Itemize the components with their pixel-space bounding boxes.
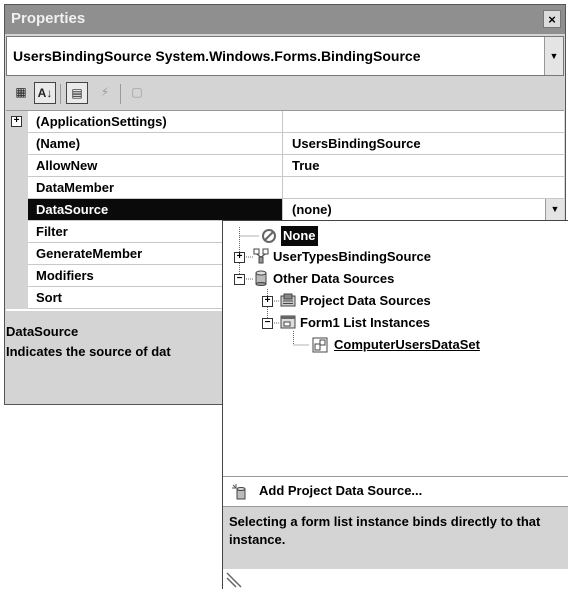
binding-source-icon	[253, 248, 269, 264]
property-name: DataSource	[28, 199, 283, 220]
project-data-sources-icon	[280, 293, 296, 307]
dataset-icon	[312, 337, 328, 353]
tree-node-project-data-sources[interactable]: Project Data Sources	[300, 291, 431, 311]
property-name: AllowNew	[28, 155, 283, 176]
dropdown-help-pane: Selecting a form list instance binds dir…	[223, 506, 568, 569]
expand-icon[interactable]: +	[262, 296, 273, 307]
grid-row-applicationsettings[interactable]: + (ApplicationSettings)	[6, 111, 564, 133]
grid-row-name[interactable]: (Name) UsersBindingSource	[6, 133, 564, 155]
database-icon	[255, 270, 267, 286]
add-project-data-source-link[interactable]: Add Project Data Source...	[259, 483, 422, 498]
toolbar-separator	[60, 84, 61, 104]
collapse-icon[interactable]: −	[262, 318, 273, 329]
tree-node-computerusersdataset[interactable]: ComputerUsersDataSet	[334, 335, 480, 355]
description-title: DataSource	[6, 324, 79, 339]
property-pages-icon[interactable]: ▢	[126, 82, 148, 104]
expand-icon[interactable]: +	[234, 252, 245, 263]
tree-node-other-data-sources[interactable]: Other Data Sources	[273, 269, 394, 289]
chevron-down-icon[interactable]: ▼	[544, 37, 563, 75]
title-bar: Properties ×	[5, 5, 565, 34]
property-value[interactable]	[284, 177, 564, 198]
object-selector-label: UsersBindingSource System.Windows.Forms.…	[13, 48, 421, 64]
property-name: (Name)	[28, 133, 283, 154]
tree-node-form1-list-instances[interactable]: Form1 List Instances	[300, 313, 430, 333]
grid-row-datamember[interactable]: DataMember	[6, 177, 564, 199]
events-lightning-icon[interactable]: ⚡	[94, 82, 116, 104]
toolbar: ▦ A↓ ▤ ⚡ ▢	[6, 78, 564, 110]
property-name: (ApplicationSettings)	[28, 111, 283, 132]
dropdown-help-text: Selecting a form list instance binds dir…	[229, 514, 541, 547]
property-name: DataMember	[28, 177, 283, 198]
toolbar-separator	[120, 84, 121, 104]
none-icon	[262, 229, 276, 243]
window-title: Properties	[11, 10, 86, 27]
description-text: Indicates the source of dat	[6, 344, 171, 359]
tree-node-usertypes[interactable]: UserTypesBindingSource	[273, 247, 431, 267]
properties-icon[interactable]: ▤	[66, 82, 88, 104]
alphabetical-icon[interactable]: A↓	[34, 82, 56, 104]
property-value[interactable]: UsersBindingSource	[284, 133, 564, 154]
categorized-icon[interactable]: ▦	[10, 82, 32, 104]
collapse-icon[interactable]: −	[234, 274, 245, 285]
grid-row-datasource[interactable]: DataSource (none) ▼	[6, 199, 564, 221]
chevron-down-icon[interactable]: ▼	[545, 199, 564, 220]
expand-icon[interactable]: +	[11, 116, 22, 127]
property-value[interactable]: True	[284, 155, 564, 176]
add-data-source-bar: Add Project Data Source...	[223, 476, 568, 507]
close-button[interactable]: ×	[543, 10, 561, 28]
resize-grip-icon[interactable]	[224, 570, 244, 589]
form-icon	[280, 315, 296, 329]
object-selector[interactable]: UsersBindingSource System.Windows.Forms.…	[6, 36, 564, 76]
description-pane: DataSource Indicates the source of dat	[6, 316, 226, 402]
property-value[interactable]	[284, 111, 564, 132]
tree-node-none[interactable]: None	[281, 226, 318, 246]
add-database-icon	[232, 484, 246, 500]
property-value[interactable]: (none)	[284, 199, 564, 220]
grid-row-allownew[interactable]: AllowNew True	[6, 155, 564, 177]
